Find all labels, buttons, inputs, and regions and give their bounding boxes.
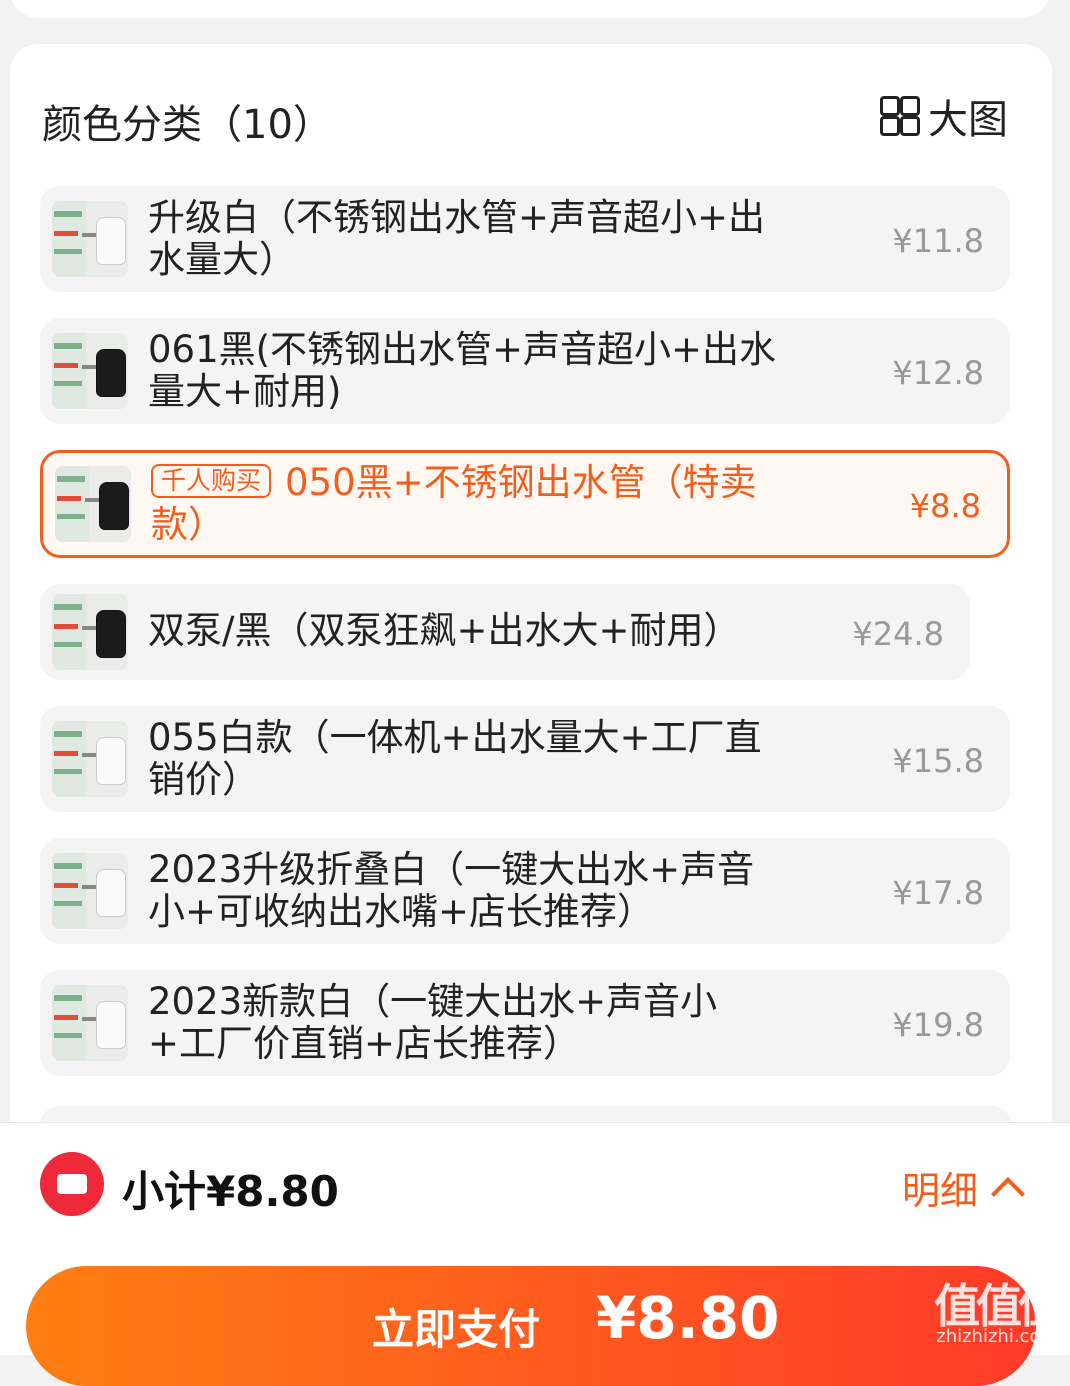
- detail-toggle[interactable]: 明细: [902, 1160, 1025, 1215]
- sku-name: 061黑(不锈钢出水管+声音超小+出水 量大+耐用): [148, 328, 777, 413]
- product-thumbnail: [52, 985, 128, 1061]
- pay-label: 立即支付: [372, 1305, 541, 1354]
- sku-price: ¥11.8: [892, 222, 984, 260]
- product-thumbnail: [52, 333, 128, 409]
- grid-icon: [880, 96, 920, 136]
- sku-item-selected[interactable]: 千人购买 050黑+不锈钢出水管（特卖 款） ¥8.8: [40, 450, 1010, 558]
- previous-card: [10, 0, 1050, 18]
- big-view-label: 大图: [928, 97, 1008, 143]
- product-thumbnail: [52, 853, 128, 929]
- product-thumbnail: [52, 594, 128, 670]
- sku-price: ¥15.8: [892, 742, 984, 780]
- product-thumbnail: [55, 466, 131, 542]
- coupon-icon: [40, 1152, 104, 1216]
- sku-name: 2023升级折叠白（一键大出水+声音 小+可收纳出水嘴+店长推荐）: [148, 848, 755, 933]
- chevron-up-icon: [991, 1176, 1025, 1211]
- product-thumbnail: [52, 721, 128, 797]
- popular-badge: 千人购买: [151, 463, 272, 498]
- sku-item[interactable]: 055白款（一体机+出水量大+工厂直 销价） ¥15.8: [40, 706, 1010, 812]
- sku-name: 双泵/黑（双泵狂飙+出水大+耐用）: [148, 609, 741, 652]
- sku-name-selected: 千人购买 050黑+不锈钢出水管（特卖 款）: [151, 462, 757, 546]
- color-category-title: 颜色分类（10）: [42, 102, 333, 148]
- detail-label: 明细: [902, 1169, 979, 1213]
- big-view-button[interactable]: 大图: [880, 92, 1008, 143]
- sku-price: ¥12.8: [892, 354, 984, 392]
- sku-price: ¥19.8: [892, 1006, 984, 1044]
- sku-item[interactable]: 061黑(不锈钢出水管+声音超小+出水 量大+耐用) ¥12.8: [40, 318, 1010, 424]
- sku-name: 055白款（一体机+出水量大+工厂直 销价）: [148, 716, 762, 801]
- pay-now-button[interactable]: 立即支付 ¥8.80: [26, 1266, 1036, 1386]
- pay-amount: ¥8.80: [596, 1284, 780, 1352]
- sku-name: 升级白（不锈钢出水管+声音超小+出 水量大）: [148, 196, 766, 281]
- sku-price: ¥24.8: [852, 615, 944, 653]
- sku-price-selected: ¥8.8: [909, 487, 981, 525]
- watermark-site: zhizhizhi.com: [936, 1326, 1058, 1347]
- sku-item[interactable]: 双泵/黑（双泵狂飙+出水大+耐用） ¥24.8: [40, 584, 970, 680]
- sku-price: ¥17.8: [892, 874, 984, 912]
- product-thumbnail: [52, 201, 128, 277]
- sku-name: 2023新款白（一键大出水+声音小 +工厂价直销+店长推荐）: [148, 980, 718, 1065]
- sku-item[interactable]: 升级白（不锈钢出水管+声音超小+出 水量大） ¥11.8: [40, 186, 1010, 292]
- subtotal-text: 小计¥8.80: [122, 1167, 339, 1216]
- sku-item[interactable]: 2023升级折叠白（一键大出水+声音 小+可收纳出水嘴+店长推荐） ¥17.8: [40, 838, 1010, 944]
- sku-item[interactable]: 2023新款白（一键大出水+声音小 +工厂价直销+店长推荐） ¥19.8: [40, 970, 1010, 1076]
